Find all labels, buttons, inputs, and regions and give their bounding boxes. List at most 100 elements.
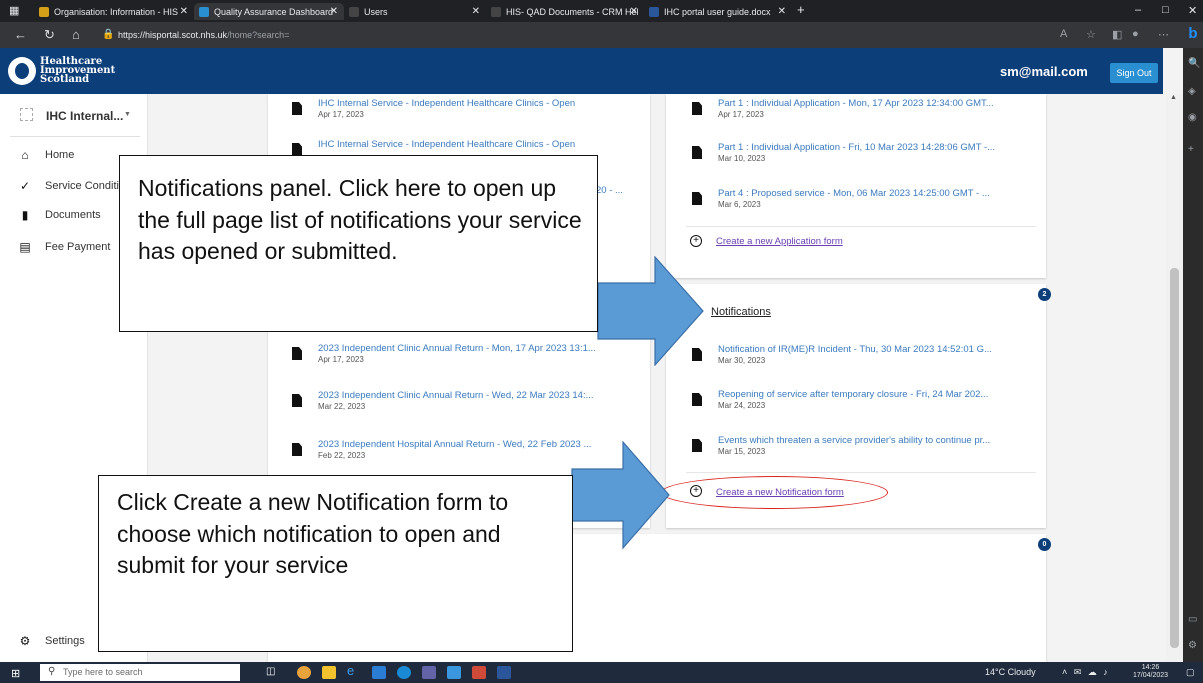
notification-center-icon[interactable]: ▢: [1186, 667, 1195, 678]
organisation-label: IHC Internal...: [46, 109, 124, 123]
lock-icon: 🔒: [102, 29, 115, 40]
browser-tab[interactable]: Users ✕: [344, 3, 486, 20]
edge-icon[interactable]: [397, 666, 411, 679]
system-tray-icons[interactable]: ˄ ✉ ☁ ♪: [1062, 667, 1110, 678]
collections-icon[interactable]: ◧: [1112, 28, 1122, 41]
close-tab-icon[interactable]: ✕: [778, 6, 786, 17]
read-aloud-icon[interactable]: A: [1060, 28, 1067, 40]
back-icon[interactable]: ←: [14, 27, 27, 42]
home-icon: ⌂: [21, 148, 29, 162]
app-icon[interactable]: [447, 666, 461, 679]
notifications-count-badge: 2: [1038, 288, 1051, 301]
tab-label: Organisation: Information - HIS: [54, 7, 179, 17]
task-view-icon[interactable]: ◫: [266, 666, 280, 679]
url-field[interactable]: 🔒 https://hisportal.scot.nhs.uk/home?sea…: [100, 26, 1140, 44]
document-title[interactable]: 2023 Independent Clinic Annual Return - …: [318, 390, 594, 401]
browser-tab[interactable]: Organisation: Information - HIS ✕: [34, 3, 194, 20]
outlook-icon[interactable]: [372, 666, 386, 679]
application-list-item[interactable]: Part 1 : Individual Application - Mon, 1…: [692, 98, 1042, 134]
document-title[interactable]: 2023 Independent Hospital Annual Return …: [318, 439, 591, 450]
new-tab-button[interactable]: +: [797, 2, 805, 17]
notification-title[interactable]: Notification of IR(ME)R Incident - Thu, …: [718, 344, 992, 355]
notifications-heading[interactable]: Notifications: [711, 306, 771, 318]
document-list-item[interactable]: 20 - ...: [596, 185, 646, 221]
close-tab-icon[interactable]: ✕: [330, 6, 338, 17]
scroll-up-icon[interactable]: ▲: [1170, 94, 1177, 101]
application-date: Mar 6, 2023: [718, 200, 761, 209]
notification-title[interactable]: Events which threaten a service provider…: [718, 435, 990, 446]
sign-out-button[interactable]: Sign Out: [1110, 63, 1158, 83]
taskbar-search-input[interactable]: ⚲ Type here to search: [40, 664, 240, 681]
brand-logo[interactable]: Healthcare Improvement Scotland: [40, 57, 115, 85]
minimize-icon[interactable]: –: [1135, 4, 1141, 16]
internet-explorer-icon[interactable]: e: [347, 663, 361, 678]
document-title[interactable]: IHC Internal Service - Independent Healt…: [318, 98, 575, 109]
windows-taskbar: ⊞ ⚲ Type here to search ◫ e 14°C Cloudy …: [0, 662, 1203, 683]
sidebar-toggle-icon[interactable]: ▭: [1188, 614, 1197, 625]
scrollbar-thumb[interactable]: [1170, 268, 1179, 648]
tab-label: Quality Assurance Dashboard: [214, 7, 334, 17]
notification-list-item[interactable]: Notification of IR(ME)R Incident - Thu, …: [692, 344, 1042, 380]
refresh-icon[interactable]: ↻: [44, 27, 55, 43]
chrome-icon[interactable]: [297, 666, 311, 679]
callout-arrow-create: [571, 441, 670, 550]
settings-gear-icon[interactable]: ⚙: [1188, 640, 1197, 651]
create-notification-highlight: [661, 476, 888, 509]
application-list-item[interactable]: Part 4 : Proposed service - Mon, 06 Mar …: [692, 188, 1042, 224]
document-title[interactable]: 20 - ...: [596, 185, 623, 196]
organisation-select[interactable]: IHC Internal... ▼: [14, 104, 140, 130]
profile-icon[interactable]: ●: [1132, 28, 1139, 40]
shopping-icon[interactable]: ◈: [1188, 86, 1196, 97]
more-options-icon[interactable]: ⋯: [1158, 28, 1169, 41]
close-tab-icon[interactable]: ✕: [472, 6, 480, 17]
tools-icon[interactable]: ◉: [1188, 112, 1197, 123]
window-menu-icon[interactable]: ▦: [9, 4, 19, 17]
card-divider: [686, 226, 1036, 227]
vivaldi-icon[interactable]: [472, 666, 486, 679]
search-icon: ⚲: [48, 666, 56, 677]
browser-address-bar: ← ↻ ⌂ 🔒 https://hisportal.scot.nhs.uk/ho…: [0, 22, 1203, 48]
browser-tab-active[interactable]: Quality Assurance Dashboard ✕: [194, 3, 344, 20]
word-icon[interactable]: [497, 666, 511, 679]
application-title[interactable]: Part 1 : Individual Application - Mon, 1…: [718, 98, 994, 109]
add-circle-icon[interactable]: +: [690, 235, 702, 247]
notification-list-item[interactable]: Reopening of service after temporary clo…: [692, 389, 1042, 425]
search-icon[interactable]: 🔍: [1188, 58, 1200, 69]
weather-widget[interactable]: 14°C Cloudy: [985, 667, 1036, 677]
add-icon[interactable]: +: [1188, 144, 1194, 155]
application-list-item[interactable]: Part 1 : Individual Application - Fri, 1…: [692, 142, 1042, 178]
sidebar-item-label: Documents: [45, 209, 101, 221]
document-list-item[interactable]: 2023 Independent Clinic Annual Return - …: [292, 390, 642, 426]
sidebar-item-label: Home: [45, 149, 75, 161]
taskbar-clock[interactable]: 14:26 17/04/2023: [1133, 664, 1168, 680]
notification-title[interactable]: Reopening of service after temporary clo…: [718, 389, 988, 400]
document-list-item[interactable]: 2023 Independent Clinic Annual Return - …: [292, 343, 642, 379]
notification-list-item[interactable]: Events which threaten a service provider…: [692, 435, 1042, 471]
create-application-link[interactable]: Create a new Application form: [716, 236, 843, 247]
close-tab-icon[interactable]: ✕: [180, 6, 188, 17]
search-placeholder: Type here to search: [63, 667, 143, 677]
browser-tab[interactable]: HIS- QAD Documents - CRM Hel ✕: [486, 3, 644, 20]
sidebar-item-label: Settings: [45, 635, 85, 647]
tab-label: IHC portal user guide.docx: [664, 7, 771, 17]
bing-copilot-icon[interactable]: b: [1184, 25, 1202, 45]
application-title[interactable]: Part 4 : Proposed service - Mon, 06 Mar …: [718, 188, 990, 199]
close-window-icon[interactable]: ✕: [1188, 4, 1197, 17]
brand-line: Scotland: [40, 74, 90, 85]
application-title[interactable]: Part 1 : Individual Application - Fri, 1…: [718, 142, 995, 153]
close-tab-icon[interactable]: ✕: [630, 6, 638, 17]
home-browser-icon[interactable]: ⌂: [72, 27, 80, 42]
document-date: Apr 17, 2023: [318, 355, 364, 364]
browser-tab[interactable]: IHC portal user guide.docx ✕: [644, 3, 792, 20]
restore-icon[interactable]: □: [1162, 4, 1169, 16]
teams-icon[interactable]: [422, 666, 436, 679]
callout-text: Click Create a new Notification form to …: [117, 489, 509, 578]
favorites-icon[interactable]: ☆: [1086, 28, 1096, 41]
document-list-item[interactable]: IHC Internal Service - Independent Healt…: [292, 98, 642, 134]
windows-start-icon[interactable]: ⊞: [11, 667, 20, 680]
document-title[interactable]: IHC Internal Service - Independent Healt…: [318, 139, 575, 150]
file-explorer-icon[interactable]: [322, 666, 336, 679]
document-icon: [292, 347, 302, 360]
bottom-count-badge: 0: [1038, 538, 1051, 551]
document-title[interactable]: 2023 Independent Clinic Annual Return - …: [318, 343, 596, 354]
